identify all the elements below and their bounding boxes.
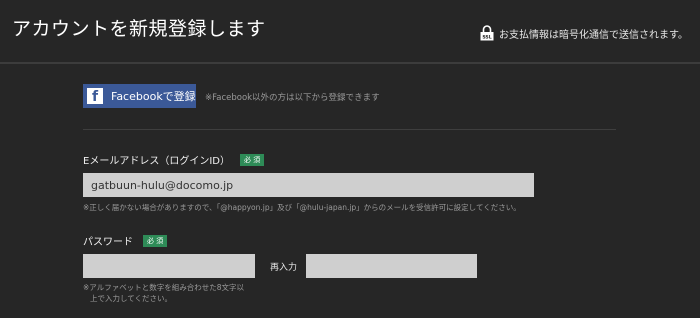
password-note-line2: 上で入力してください。: [90, 294, 173, 303]
password-reenter-field[interactable]: [306, 254, 477, 278]
password-note: ※アルファベットと数字を組み合わせた8文字以 上で入力してください。: [83, 282, 244, 304]
section-divider: [83, 129, 616, 130]
password-reenter-label: 再入力: [270, 263, 298, 273]
facebook-button-label: Facebookで登録: [111, 90, 196, 103]
page-title: アカウントを新規登録します: [12, 18, 266, 40]
email-label-text: Eメールアドレス（ログインID）: [83, 156, 230, 167]
header-divider: [0, 62, 700, 64]
password-label: パスワード 必 須: [83, 233, 168, 248]
ssl-lock-icon: SSL: [480, 25, 494, 41]
email-note: ※正しく届かない場合がありますので、「@happyon.jp」及び「@hulu-…: [83, 203, 521, 212]
password-note-line1: ※アルファベットと数字を組み合わせた8文字以: [83, 283, 244, 292]
signup-page: アカウントを新規登録します SSL お支払情報は暗号化通信で送信されます。 f …: [0, 0, 700, 318]
facebook-logo-icon: f: [87, 88, 103, 104]
page-header: アカウントを新規登録します SSL お支払情報は暗号化通信で送信されます。: [0, 0, 700, 62]
password-required-badge: 必 須: [143, 234, 168, 247]
secure-notice: SSL お支払情報は暗号化通信で送信されます。: [480, 25, 688, 41]
email-field[interactable]: [83, 173, 534, 197]
svg-text:SSL: SSL: [482, 34, 491, 40]
secure-notice-text: お支払情報は暗号化通信で送信されます。: [499, 29, 688, 41]
email-required-badge: 必 須: [239, 153, 265, 166]
password-label-text: パスワード: [83, 237, 133, 248]
email-label: Eメールアドレス（ログインID） 必 須: [83, 152, 265, 167]
facebook-signup-button[interactable]: f Facebookで登録: [83, 84, 196, 108]
facebook-note: ※Facebook以外の方は以下から登録できます: [205, 93, 380, 103]
password-field[interactable]: [83, 254, 255, 278]
